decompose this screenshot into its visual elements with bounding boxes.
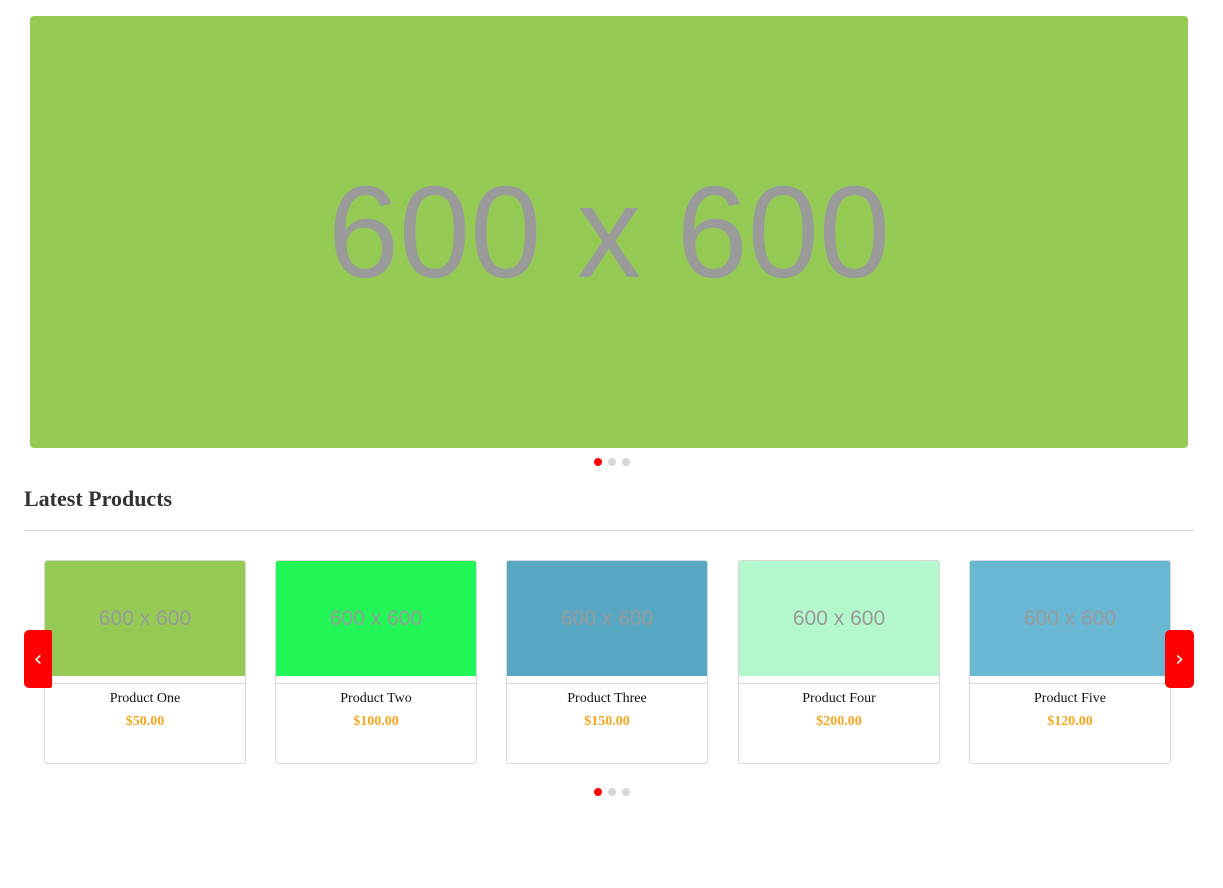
hero-slide-image[interactable]: 600 x 600 bbox=[30, 16, 1188, 448]
product-name[interactable]: Product Five bbox=[970, 691, 1170, 707]
product-image[interactable]: 600 x 600 bbox=[970, 561, 1170, 683]
product-name[interactable]: Product Three bbox=[507, 691, 707, 707]
product-name[interactable]: Product Four bbox=[739, 691, 939, 707]
product-card[interactable]: 600 x 600 Product Five $120.00 bbox=[969, 560, 1171, 764]
section-title: Latest Products bbox=[24, 486, 173, 511]
hero-dot-1[interactable] bbox=[593, 458, 602, 466]
product-card[interactable]: 600 x 600 Product Two $100.00 bbox=[275, 560, 477, 764]
product-price: $200.00 bbox=[816, 714, 862, 729]
product-price: $100.00 bbox=[353, 714, 399, 729]
product-price: $120.00 bbox=[1047, 714, 1093, 729]
product-price: $50.00 bbox=[125, 714, 165, 729]
product-image-placeholder-text: 600 x 600 bbox=[329, 606, 423, 630]
section-divider bbox=[24, 530, 1194, 531]
carousel-prev-button[interactable]: ‹ bbox=[24, 630, 52, 688]
product-name[interactable]: Product Two bbox=[276, 691, 476, 707]
products-dot-2[interactable] bbox=[607, 788, 616, 796]
product-price: $150.00 bbox=[584, 714, 630, 729]
product-carousel: 600 x 600 Product One $50.00 600 x 600 P… bbox=[24, 560, 1194, 764]
product-card[interactable]: 600 x 600 Product Three $150.00 bbox=[506, 560, 708, 764]
product-image[interactable]: 600 x 600 bbox=[739, 561, 939, 683]
products-dot-3[interactable] bbox=[621, 788, 630, 796]
products-pagination bbox=[0, 788, 1223, 796]
product-image[interactable]: 600 x 600 bbox=[45, 561, 245, 683]
product-image-placeholder-text: 600 x 600 bbox=[98, 606, 192, 630]
product-image[interactable]: 600 x 600 bbox=[276, 561, 476, 683]
product-image-placeholder-text: 600 x 600 bbox=[560, 606, 654, 630]
products-dot-1[interactable] bbox=[593, 788, 602, 796]
carousel-next-button[interactable]: › bbox=[1165, 630, 1194, 688]
product-name[interactable]: Product One bbox=[45, 691, 245, 707]
product-image[interactable]: 600 x 600 bbox=[507, 561, 707, 683]
product-image-placeholder-text: 600 x 600 bbox=[792, 606, 886, 630]
product-image-placeholder-text: 600 x 600 bbox=[1023, 606, 1117, 630]
product-card[interactable]: 600 x 600 Product One $50.00 bbox=[44, 560, 246, 764]
hero-image-placeholder-text: 600 x 600 bbox=[327, 159, 891, 305]
hero-dot-2[interactable] bbox=[607, 458, 616, 466]
product-card[interactable]: 600 x 600 Product Four $200.00 bbox=[738, 560, 940, 764]
hero-pagination bbox=[0, 458, 1223, 466]
hero-dot-3[interactable] bbox=[621, 458, 630, 466]
